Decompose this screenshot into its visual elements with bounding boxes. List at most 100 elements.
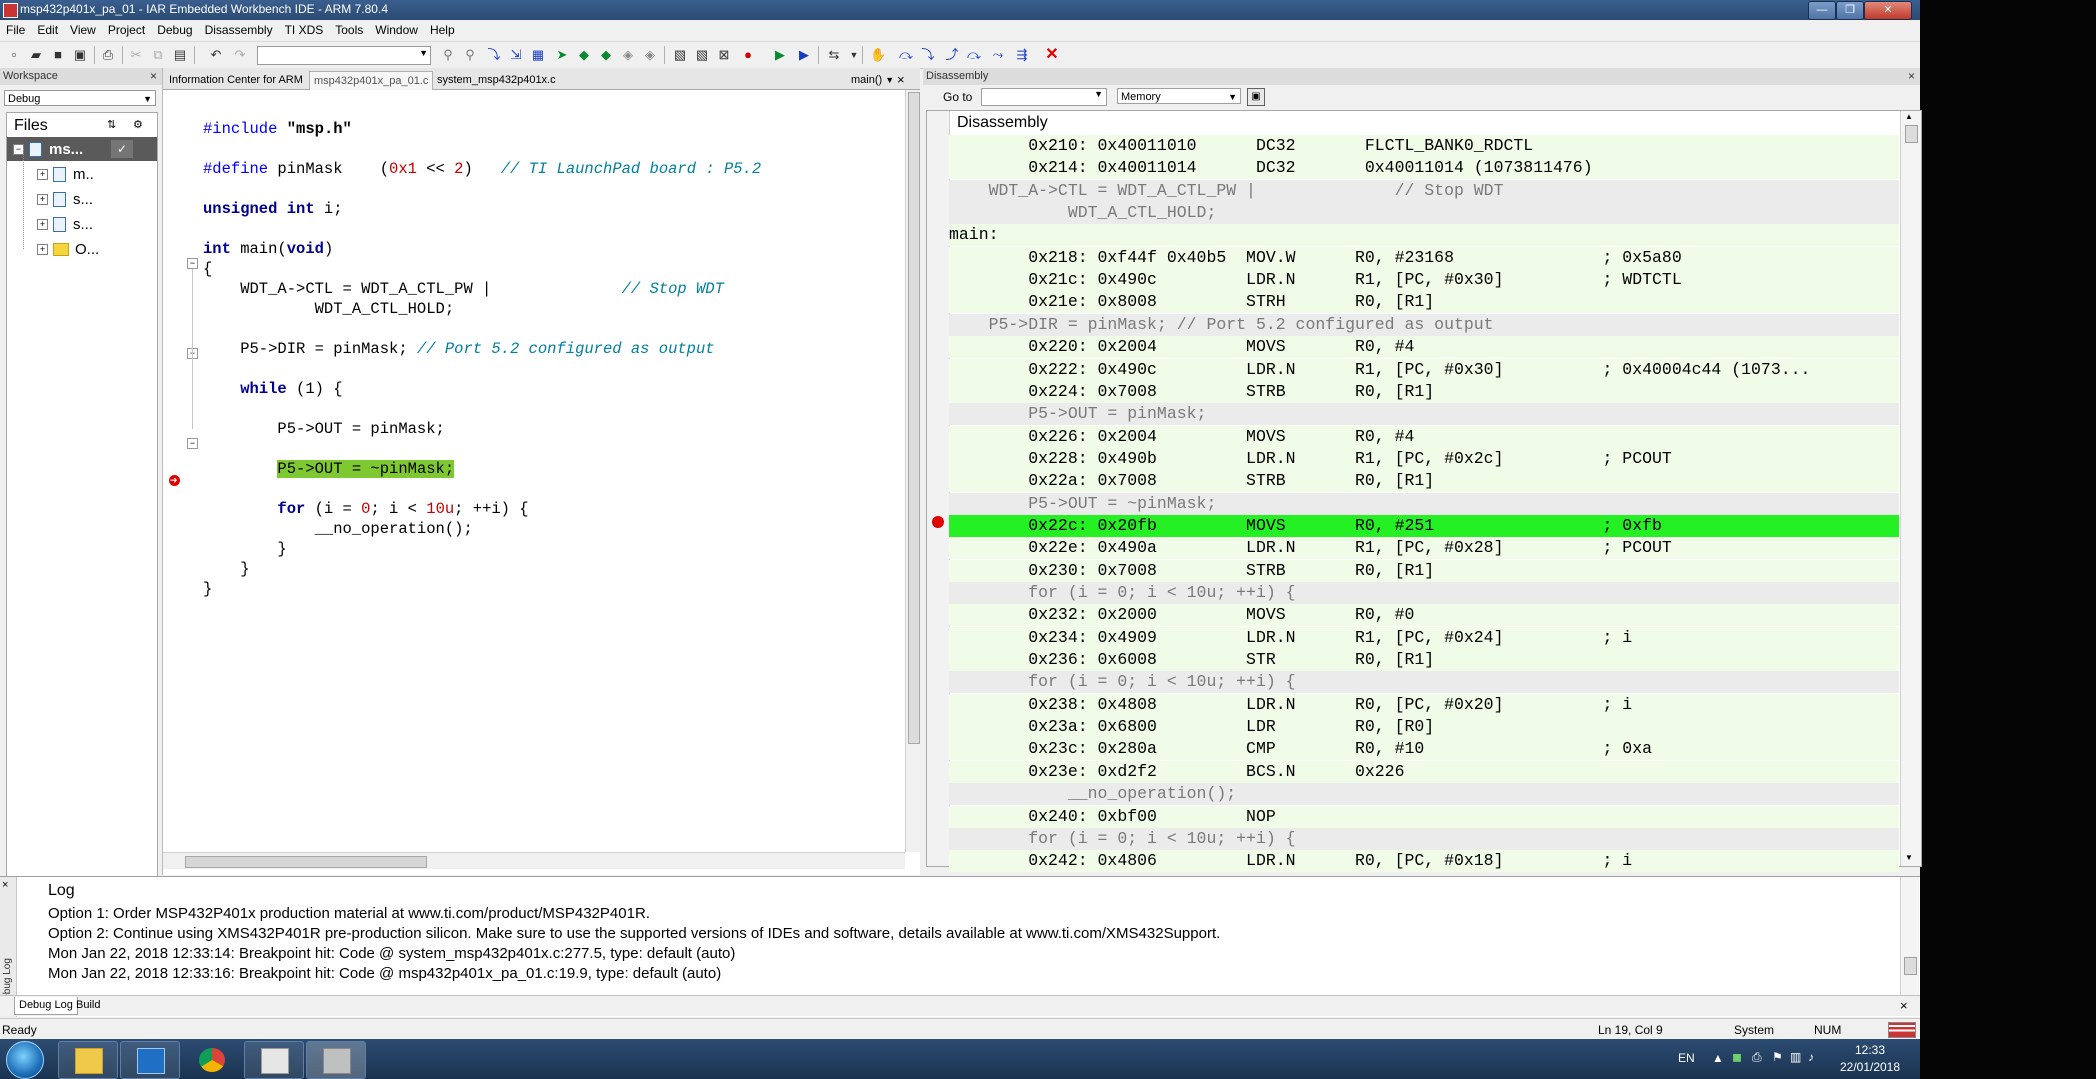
- stop-build-icon[interactable]: ⊠: [716, 47, 732, 63]
- tab-information-center[interactable]: Information Center for ARM: [165, 71, 307, 89]
- save-all-icon[interactable]: ▣: [72, 47, 88, 63]
- next-statement-icon[interactable]: ⤼: [966, 47, 982, 63]
- find-icon[interactable]: ⚲: [440, 47, 456, 63]
- sort-icon[interactable]: ⇅: [107, 118, 116, 131]
- disassembly-gutter[interactable]: [927, 111, 950, 866]
- open-folder-icon[interactable]: ▰: [28, 47, 44, 63]
- tab-debug-log[interactable]: Debug Log: [14, 997, 78, 1015]
- tray-printer-icon[interactable]: ⎙: [1752, 1050, 1762, 1065]
- disassembly-line[interactable]: 0x21c: 0x490c LDR.N R1, [PC, #0x30] ; WD…: [949, 269, 1899, 292]
- undo-icon[interactable]: ↶: [208, 47, 224, 63]
- navigate-forward-icon[interactable]: ◆: [598, 47, 614, 63]
- close-icon[interactable]: ×: [2, 879, 8, 891]
- make-icon[interactable]: ◈: [620, 47, 636, 63]
- disassembly-line[interactable]: 0x23a: 0x6800 LDR R0, [R0]: [949, 716, 1899, 739]
- disassembly-vertical-scrollbar[interactable]: ▲ ▼: [1900, 111, 1921, 866]
- disassembly-line[interactable]: 0x226: 0x2004 MOVS R0, #4: [949, 425, 1899, 448]
- show-hidden-icons-icon[interactable]: ▲: [1712, 1051, 1724, 1065]
- tray-app-icon[interactable]: ◼: [1732, 1050, 1742, 1064]
- copy-icon[interactable]: ⧉: [150, 47, 166, 63]
- save-icon[interactable]: ■: [50, 47, 66, 63]
- disassembly-line[interactable]: 0x222: 0x490c LDR.N R1, [PC, #0x30] ; 0x…: [949, 358, 1899, 381]
- disassembly-line[interactable]: 0x210: 0x40011010 DC32 FLCTL_BANK0_RDCTL: [949, 135, 1899, 157]
- code-area[interactable]: #include "msp.h" #define pinMask (0x1 <<…: [203, 90, 863, 852]
- disassembly-line[interactable]: 0x22a: 0x7008 STRB R0, [R1]: [949, 470, 1899, 493]
- disassembly-line[interactable]: 0x218: 0xf44f 0x40b5 MOV.W R0, #23168 ; …: [949, 246, 1899, 269]
- disassembly-line[interactable]: 0x232: 0x2000 MOVS R0, #0: [949, 604, 1899, 627]
- debug-no-download-icon[interactable]: ▶: [796, 47, 812, 63]
- disassembly-current-line[interactable]: 0x22c: 0x20fb MOVS R0, #251 ; 0xfb: [949, 514, 1899, 537]
- menu-file[interactable]: File: [0, 20, 31, 37]
- build-icon[interactable]: ▧: [672, 47, 688, 63]
- log-vertical-scrollbar[interactable]: [1900, 877, 1919, 995]
- close-editor-icon[interactable]: ×: [893, 71, 909, 89]
- cut-icon[interactable]: ✂: [128, 47, 144, 63]
- memory-options-icon[interactable]: ▣: [1247, 88, 1265, 106]
- navigate-back-icon[interactable]: ◆: [576, 47, 592, 63]
- goto-input[interactable]: ▼: [981, 88, 1107, 106]
- step-into-icon[interactable]: ⤵: [920, 47, 936, 63]
- break-icon[interactable]: ✋: [870, 47, 886, 63]
- step-out-icon[interactable]: ⤴: [944, 47, 960, 63]
- go-to-line-icon[interactable]: ⇲: [508, 47, 524, 63]
- disassembly-source-line[interactable]: P5->OUT = pinMask;: [949, 403, 1899, 426]
- tree-item-file-3[interactable]: + s...: [7, 212, 157, 236]
- paste-icon[interactable]: ▤: [172, 47, 188, 63]
- new-file-icon[interactable]: ▫: [6, 47, 22, 63]
- redo-icon[interactable]: ↷: [232, 47, 248, 63]
- volume-icon[interactable]: ♪: [1808, 1050, 1814, 1064]
- go-icon[interactable]: ⇶: [1014, 47, 1030, 63]
- options-icon[interactable]: ⚙: [133, 118, 143, 131]
- disassembly-line[interactable]: 0x22e: 0x490a LDR.N R1, [PC, #0x28] ; PC…: [949, 537, 1899, 560]
- maximize-button[interactable]: ❐: [1836, 1, 1864, 20]
- breakpoint-icon[interactable]: [932, 516, 944, 528]
- network-icon[interactable]: ▥: [1790, 1050, 1801, 1064]
- disassembly-line[interactable]: 0x234: 0x4909 LDR.N R1, [PC, #0x24] ; i: [949, 626, 1899, 649]
- tree-item-file-1[interactable]: + m..: [7, 162, 157, 186]
- disassembly-line[interactable]: 0x21e: 0x8008 STRH R0, [R1]: [949, 291, 1899, 314]
- close-button[interactable]: ✕: [1864, 1, 1912, 20]
- editor-vertical-scrollbar[interactable]: [905, 90, 920, 852]
- disassembly-source-line[interactable]: WDT_A_CTL_HOLD;: [949, 202, 1899, 225]
- disassembly-line[interactable]: 0x224: 0x7008 STRB R0, [R1]: [949, 380, 1899, 403]
- taskbar-app[interactable]: [244, 1041, 304, 1079]
- disassembly-line[interactable]: 0x228: 0x490b LDR.N R1, [PC, #0x2c] ; PC…: [949, 447, 1899, 470]
- disassembly-line[interactable]: 0x236: 0x6008 STR R0, [R1]: [949, 649, 1899, 672]
- configuration-select[interactable]: Debug ▼: [4, 90, 156, 106]
- clock-date[interactable]: 22/01/2018: [1834, 1060, 1906, 1074]
- compile-icon[interactable]: ◈: [642, 47, 658, 63]
- language-indicator[interactable]: EN: [1678, 1051, 1695, 1065]
- menu-edit[interactable]: Edit: [31, 20, 64, 37]
- menu-tixds[interactable]: TI XDS: [279, 20, 330, 37]
- disassembly-view[interactable]: Disassembly 0x210: 0x40011010 DC32 FLCTL…: [926, 110, 1922, 873]
- disassembly-line[interactable]: 0x242: 0x4806 LDR.N R0, [PC, #0x18] ; i: [949, 850, 1899, 873]
- disassembly-line[interactable]: 0x238: 0x4808 LDR.N R0, [PC, #0x20] ; i: [949, 693, 1899, 716]
- flag-icon[interactable]: ⚑: [1772, 1050, 1783, 1064]
- menu-project[interactable]: Project: [102, 20, 151, 37]
- disassembly-source-line[interactable]: for (i = 0; i < 10u; ++i) {: [949, 827, 1899, 850]
- close-icon[interactable]: ×: [1908, 68, 1915, 85]
- menu-view[interactable]: View: [64, 20, 102, 37]
- reset-dropdown-icon[interactable]: ▼: [846, 47, 862, 63]
- disassembly-source-line[interactable]: for (i = 0; i < 10u; ++i) {: [949, 671, 1899, 694]
- reset-icon[interactable]: ⇆: [826, 47, 842, 63]
- close-icon[interactable]: ×: [150, 68, 157, 85]
- run-to-cursor-icon[interactable]: ⤳: [990, 47, 1006, 63]
- print-icon[interactable]: ⎙: [100, 47, 116, 63]
- close-icon[interactable]: ×: [1896, 997, 1912, 1014]
- tree-item-project[interactable]: − ms... ✓: [7, 137, 157, 161]
- tree-item-output[interactable]: + O...: [7, 237, 157, 261]
- disassembly-line[interactable]: 0x240: 0xbf00 NOP: [949, 805, 1899, 828]
- bookmark-icon[interactable]: ▦: [530, 47, 546, 63]
- disassembly-line[interactable]: 0x23e: 0xd2f2 BCS.N 0x226: [949, 760, 1899, 783]
- disassembly-source-line[interactable]: __no_operation();: [949, 783, 1899, 806]
- menu-help[interactable]: Help: [424, 20, 461, 37]
- step-over-icon[interactable]: ⤼: [898, 47, 914, 63]
- clock-time[interactable]: 12:33: [1840, 1043, 1900, 1057]
- find-combo[interactable]: ▼: [257, 46, 431, 65]
- taskbar-file-explorer[interactable]: [58, 1041, 118, 1079]
- disassembly-source-line[interactable]: P5->DIR = pinMask; // Port 5.2 configure…: [949, 313, 1899, 336]
- disassembly-source-line[interactable]: P5->OUT = ~pinMask;: [949, 492, 1899, 515]
- find-next-icon[interactable]: ⚲: [462, 47, 478, 63]
- disassembly-line[interactable]: 0x214: 0x40011014 DC32 0x40011014 (10738…: [949, 157, 1899, 180]
